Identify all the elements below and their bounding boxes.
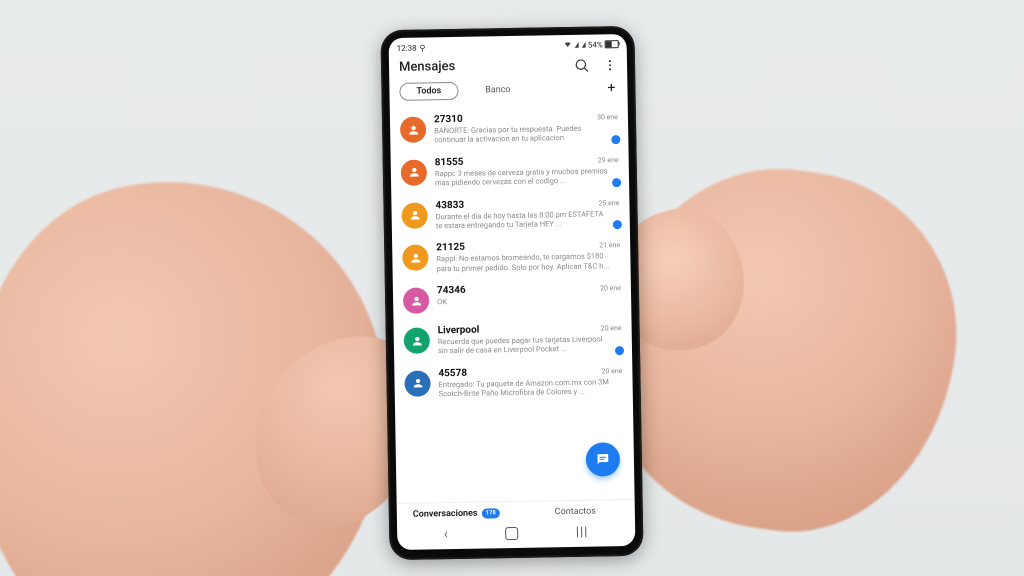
screen: 12:38 ⚲ 54% Mensajes — [389, 34, 636, 550]
conversation-item[interactable]: 74346 20 ene OK — [399, 276, 626, 320]
chat-icon — [595, 451, 611, 467]
avatar — [401, 159, 427, 185]
nav-back-icon[interactable]: ‹ — [444, 527, 448, 542]
battery-text: 54% — [588, 40, 603, 49]
message-date: 20 ene — [601, 367, 622, 375]
message-preview: Entregado: Tu paquete de Amazon.com.mx c… — [439, 377, 623, 399]
app-title: Mensajes — [399, 59, 455, 75]
sender-name: 74346 — [437, 285, 466, 296]
status-time: 12:38 — [397, 43, 417, 52]
unread-indicator-icon — [615, 346, 624, 355]
search-icon[interactable] — [575, 57, 589, 71]
sender-name: 43833 — [435, 199, 464, 210]
conversation-item[interactable]: 81555 29 ene Rappi: 3 meses de cerveza gra… — [397, 148, 624, 195]
filter-chip-bank[interactable]: Banco — [468, 81, 528, 100]
message-date: 21 ene — [599, 241, 620, 249]
message-date: 20 ene — [600, 284, 621, 292]
add-filter-button[interactable]: + — [607, 81, 617, 95]
message-preview: Rappi: No estamos bromeando, te cargamos… — [436, 251, 620, 273]
wifi-icon — [564, 40, 572, 50]
message-preview: Durante el dia de hoy hasta las 8:00 pm … — [436, 209, 620, 231]
message-preview: Recuerda que puedes pagar tus tarjetas L… — [438, 334, 622, 356]
conversation-item[interactable]: 27310 30 ene BANORTE: Gracias por tu respu… — [396, 105, 623, 152]
scene-background: 12:38 ⚲ 54% Mensajes — [0, 0, 1024, 576]
more-options-icon[interactable] — [603, 57, 617, 71]
person-icon — [411, 377, 424, 390]
nav-recent-icon[interactable]: ||| — [576, 524, 589, 539]
sender-name: 27310 — [434, 114, 463, 125]
avatar — [401, 202, 427, 228]
conversation-item[interactable]: Liverpool 20 ene Recuerda que puedes pagar… — [399, 316, 626, 363]
tab-contacts-label: Contactos — [555, 507, 596, 518]
message-date: 30 ene — [597, 113, 618, 121]
sender-name: 81555 — [435, 157, 464, 168]
signal-icon-1 — [575, 42, 579, 48]
avatar — [403, 287, 429, 313]
conversations-badge: 178 — [481, 508, 499, 518]
message-date: 25 ene — [598, 199, 619, 207]
person-icon — [410, 294, 423, 307]
avatar — [400, 116, 426, 142]
signal-icon-2 — [582, 42, 586, 48]
message-date: 29 ene — [598, 156, 619, 164]
conversation-item[interactable]: 21125 21 ene Rappi: No estamos bromeando, … — [398, 233, 625, 280]
sender-name: 45578 — [438, 368, 467, 379]
android-nav-bar: ‹ ||| — [397, 518, 635, 550]
tab-conversations-label: Conversaciones — [413, 509, 478, 520]
unread-indicator-icon — [611, 135, 620, 144]
filter-chip-all[interactable]: Todos — [399, 82, 458, 101]
sender-name: 21125 — [436, 242, 465, 253]
tab-contacts[interactable]: Contactos — [516, 506, 635, 518]
avatar — [404, 327, 430, 353]
person-icon — [408, 209, 421, 222]
app-header: Mensajes — [389, 52, 627, 83]
phone-frame: 12:38 ⚲ 54% Mensajes — [380, 26, 643, 560]
conversation-item[interactable]: 45578 20 ene Entregado: Tu paquete de Amaz… — [400, 359, 627, 406]
person-icon — [410, 334, 423, 347]
nav-home-icon[interactable] — [505, 526, 518, 539]
unread-indicator-icon — [612, 178, 621, 187]
person-icon — [407, 166, 420, 179]
message-preview: BANORTE: Gracias por tu respuesta. Puede… — [434, 123, 618, 145]
conversation-item[interactable]: 43833 25 ene Durante el dia de hoy hasta l… — [397, 191, 624, 238]
battery-icon — [605, 40, 619, 48]
avatar — [404, 370, 430, 396]
message-date: 20 ene — [601, 324, 622, 332]
status-notification-icon: ⚲ — [420, 43, 426, 52]
tab-conversations[interactable]: Conversaciones 178 — [397, 508, 516, 520]
right-hand — [591, 148, 978, 552]
message-preview: Rappi: 3 meses de cerveza gratis y mucho… — [435, 166, 619, 188]
sender-name: Liverpool — [438, 325, 480, 337]
avatar — [402, 245, 428, 271]
person-icon — [409, 251, 422, 264]
message-preview: OK — [437, 294, 621, 307]
person-icon — [407, 123, 420, 136]
